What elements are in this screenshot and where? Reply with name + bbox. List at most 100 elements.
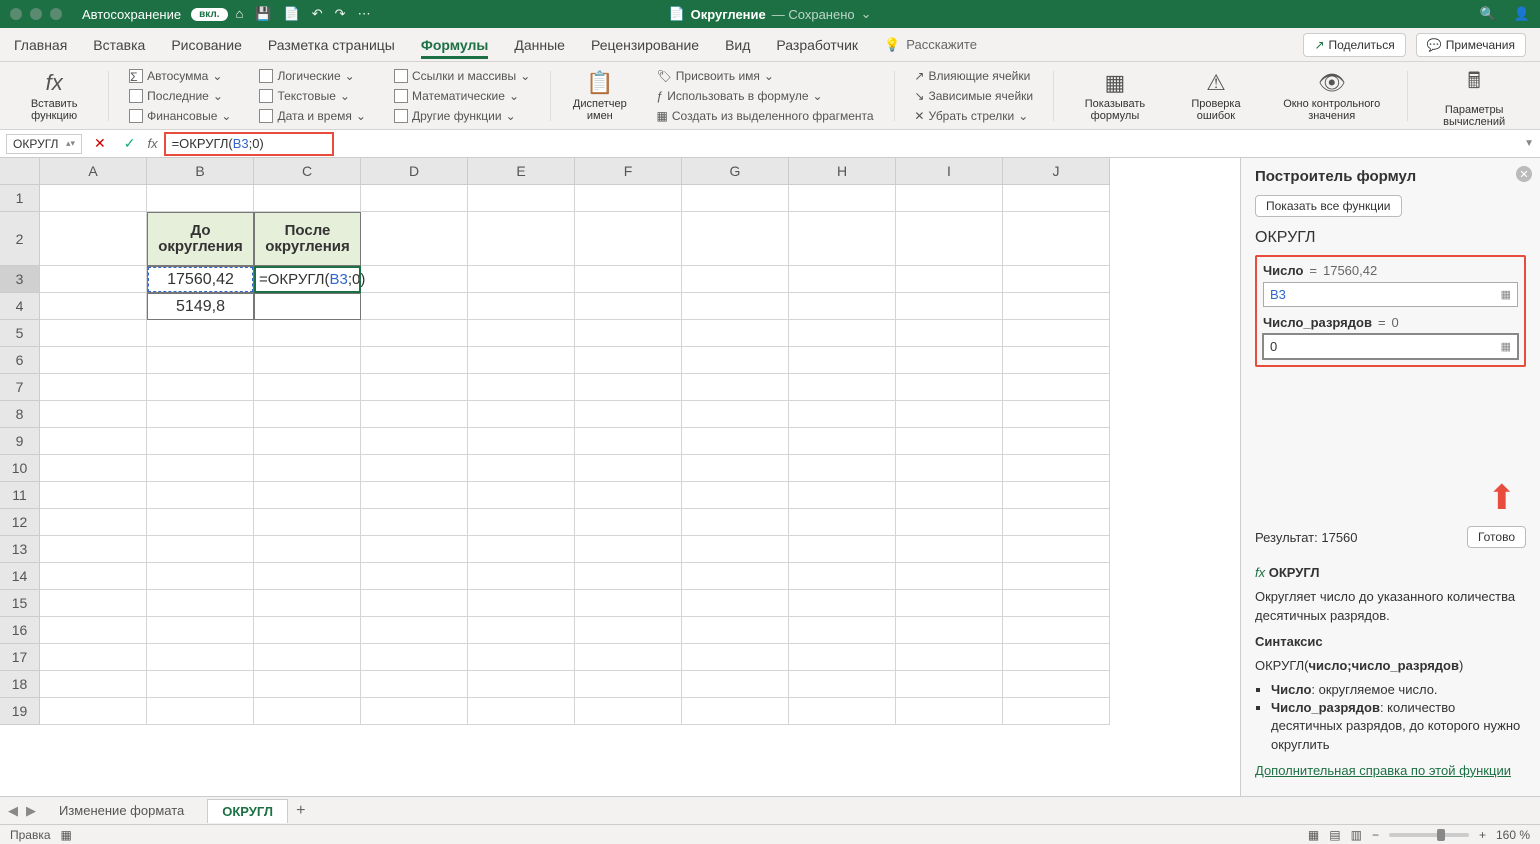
define-name-button[interactable]: 🏷Присвоить имя ⌄ [653,68,878,84]
col-header[interactable]: G [682,158,789,185]
cell[interactable] [575,590,682,617]
macros-icon[interactable]: ▦ [61,828,72,842]
cell[interactable] [575,266,682,293]
cell[interactable] [1003,509,1110,536]
cell[interactable] [1003,455,1110,482]
cell[interactable] [789,644,896,671]
cell[interactable] [147,320,254,347]
row-header[interactable]: 6 [0,347,40,374]
cell[interactable] [789,698,896,725]
more-functions-button[interactable]: Другие функции ⌄ [390,108,534,124]
undo-icon[interactable]: ↶ [312,6,323,22]
cell[interactable] [789,563,896,590]
cell[interactable] [1003,374,1110,401]
cell[interactable] [254,590,361,617]
cell[interactable] [147,671,254,698]
cell[interactable] [361,644,468,671]
cell[interactable] [789,509,896,536]
arg1-input[interactable]: B3▦ [1263,282,1518,307]
cell[interactable] [254,617,361,644]
chevron-down-icon[interactable]: ⌄ [861,6,872,22]
share-button[interactable]: ↗Поделиться [1303,33,1405,57]
row-header[interactable]: 5 [0,320,40,347]
cell[interactable] [682,644,789,671]
cell[interactable] [789,482,896,509]
view-normal-icon[interactable]: ▦ [1308,828,1319,842]
cell[interactable] [254,563,361,590]
cell[interactable] [575,428,682,455]
tab-formulas[interactable]: Формулы [421,31,489,59]
cell[interactable] [361,293,468,320]
cell[interactable] [361,212,468,266]
redo-icon[interactable]: ↷ [335,6,346,22]
row-header[interactable]: 4 [0,293,40,320]
cell[interactable] [682,590,789,617]
cell[interactable] [254,509,361,536]
cell[interactable] [575,212,682,266]
cell[interactable] [682,212,789,266]
cell[interactable] [361,428,468,455]
cell[interactable] [575,374,682,401]
col-header[interactable]: E [468,158,575,185]
lookup-button[interactable]: Ссылки и массивы ⌄ [390,68,534,84]
autosave-toggle[interactable]: вкл. [191,8,227,21]
cell[interactable] [468,266,575,293]
cell[interactable] [254,374,361,401]
cell[interactable] [896,671,1003,698]
cell[interactable] [789,455,896,482]
show-formulas-button[interactable]: ▦Показывать формулы [1064,66,1166,126]
cell[interactable] [1003,536,1110,563]
row-header[interactable]: 11 [0,482,40,509]
cell[interactable] [468,563,575,590]
cell[interactable] [147,617,254,644]
col-header[interactable]: D [361,158,468,185]
cell[interactable] [468,320,575,347]
cell[interactable]: После округления [254,212,361,266]
col-header[interactable]: F [575,158,682,185]
row-header[interactable]: 16 [0,617,40,644]
cell[interactable] [468,536,575,563]
cell[interactable] [575,401,682,428]
tab-layout[interactable]: Разметка страницы [268,31,395,59]
col-header[interactable]: B [147,158,254,185]
cell[interactable] [575,563,682,590]
row-header[interactable]: 18 [0,671,40,698]
prev-sheet-button[interactable]: ◀ [8,803,18,819]
cell[interactable] [896,617,1003,644]
cell[interactable] [1003,293,1110,320]
cell[interactable] [1003,266,1110,293]
cell[interactable] [361,536,468,563]
view-break-icon[interactable]: ▥ [1351,828,1362,842]
cell[interactable] [1003,590,1110,617]
trace-precedents-button[interactable]: ↗Влияющие ячейки [910,68,1037,84]
col-header[interactable]: C [254,158,361,185]
cell[interactable] [575,185,682,212]
row-header[interactable]: 17 [0,644,40,671]
cell[interactable] [1003,185,1110,212]
cell[interactable] [40,698,147,725]
cell[interactable] [147,509,254,536]
cell[interactable] [1003,482,1110,509]
cell[interactable] [789,185,896,212]
cell[interactable] [682,428,789,455]
cell[interactable]: 17560,42 [147,266,254,293]
cell[interactable] [361,482,468,509]
cell[interactable] [789,617,896,644]
cell[interactable] [468,401,575,428]
row-header[interactable]: 3 [0,266,40,293]
cell[interactable] [361,185,468,212]
cell[interactable] [1003,563,1110,590]
cell[interactable] [575,698,682,725]
cell[interactable] [468,212,575,266]
cell[interactable] [789,428,896,455]
cell[interactable] [575,293,682,320]
financial-button[interactable]: Финансовые ⌄ [125,108,235,124]
cell[interactable] [147,374,254,401]
tab-developer[interactable]: Разработчик [776,31,858,59]
tell-me[interactable]: 💡Расскажите [884,37,977,53]
cell[interactable] [40,482,147,509]
cell[interactable] [896,212,1003,266]
zoom-slider[interactable] [1389,833,1469,837]
cell[interactable] [1003,401,1110,428]
cell[interactable] [1003,698,1110,725]
